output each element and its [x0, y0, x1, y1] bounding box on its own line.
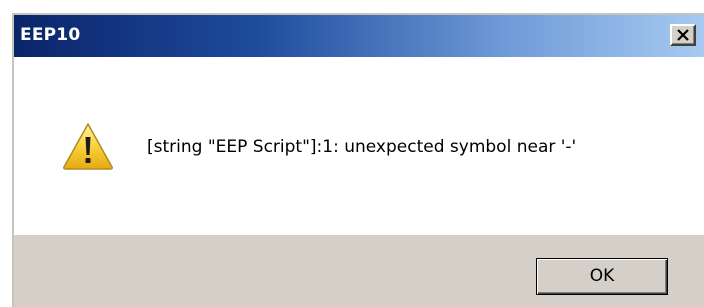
button-bar: OK — [14, 235, 704, 307]
warning-icon — [63, 123, 113, 170]
window-title: EEP10 — [20, 25, 81, 45]
title-bar[interactable]: EEP10 — [14, 15, 704, 57]
ok-button[interactable]: OK — [536, 258, 668, 295]
close-icon — [677, 29, 689, 41]
error-message: [string "EEP Script"]:1: unexpected symb… — [147, 137, 577, 157]
close-button[interactable] — [670, 24, 696, 46]
message-area: [string "EEP Script"]:1: unexpected symb… — [14, 57, 704, 235]
error-dialog: EEP10 [string "EEP Script"]:1: unexpecte… — [12, 13, 704, 307]
